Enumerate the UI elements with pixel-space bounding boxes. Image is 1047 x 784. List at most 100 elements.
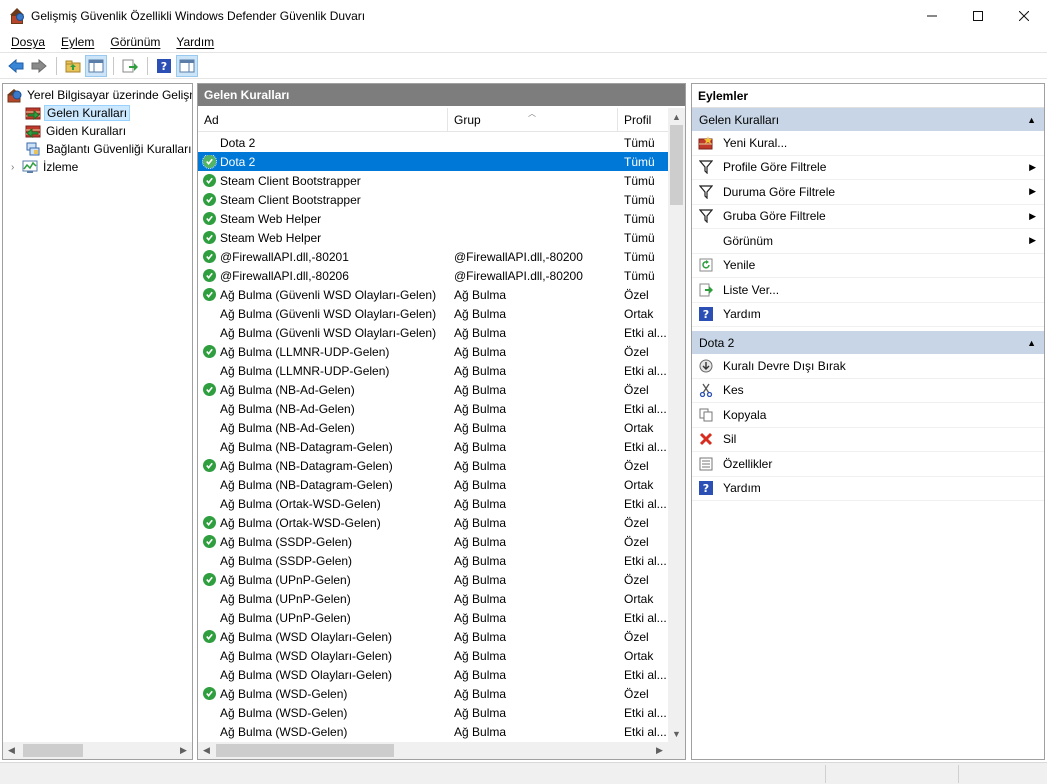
tree-item-gelen-kurallari[interactable]: Gelen Kuralları [3,104,192,122]
scroll-right-icon[interactable]: ▶ [175,742,192,759]
scroll-right-icon[interactable]: ▶ [651,742,668,759]
rules-horizontal-scrollbar[interactable]: ◀ ▶ [198,742,668,759]
table-row[interactable]: Ağ Bulma (SSDP-Gelen) Ağ Bulma Etki al... [198,551,668,570]
scroll-thumb[interactable] [216,744,394,757]
tree-item-baglanti-guvenligi[interactable]: Bağlantı Güvenliği Kuralları [3,140,192,158]
table-row[interactable]: Ağ Bulma (NB-Datagram-Gelen) Ağ Bulma Etki… [198,437,668,456]
table-row[interactable]: Dota 2 Tümü [198,133,668,152]
back-arrow-icon [8,59,24,73]
menu-dosya[interactable]: Dosya [0,35,53,49]
action-item[interactable]: Kuralı Devre Dışı Bırak [692,354,1044,379]
forward-button[interactable] [28,55,50,77]
table-row[interactable]: Steam Web Helper Tümü [198,209,668,228]
maximize-button[interactable] [955,0,1001,31]
table-row[interactable]: Ağ Bulma (NB-Ad-Gelen) Ağ Bulma Ortak [198,418,668,437]
back-button[interactable] [5,55,27,77]
submenu-arrow-icon: ▶ [1029,186,1036,197]
action-item[interactable]: Yenile [692,254,1044,278]
table-row[interactable]: Ağ Bulma (WSD Olayları-Gelen) Ağ Bulma Ort… [198,646,668,665]
section-label: Gelen Kuralları [699,112,780,127]
table-row[interactable]: Ağ Bulma (NB-Ad-Gelen) Ağ Bulma Etki al... [198,399,668,418]
table-row[interactable]: Ağ Bulma (NB-Ad-Gelen) Ağ Bulma Özel [198,380,668,399]
table-row[interactable]: Ağ Bulma (WSD-Gelen) Ağ Bulma Etki al... [198,722,668,741]
scroll-left-icon[interactable]: ◀ [198,742,215,759]
expand-chevron-icon[interactable]: › [11,162,22,173]
menu-gorunum[interactable]: Görünüm [102,35,168,49]
tree-horizontal-scrollbar[interactable]: ◀ ▶ [3,742,192,759]
action-item[interactable]: Liste Ver... [692,278,1044,303]
collapse-triangle-icon[interactable]: ▲ [1027,338,1036,348]
column-profile[interactable]: Profil [618,108,668,131]
action-item[interactable]: Gruba Göre Filtrele ▶ [692,205,1044,229]
table-row[interactable]: Ağ Bulma (WSD-Gelen) Ağ Bulma Etki al... [198,703,668,722]
table-row[interactable]: Ağ Bulma (WSD-Gelen) Ağ Bulma Özel [198,684,668,703]
scroll-thumb[interactable] [670,125,683,205]
action-item[interactable]: Özellikler [692,452,1044,477]
up-folder-button[interactable] [62,55,84,77]
rule-name-cell: Ağ Bulma (WSD Olayları-Gelen) [198,630,448,644]
rules-vertical-scrollbar[interactable]: ▲ ▼ [668,108,685,742]
export-list-button[interactable] [119,55,141,77]
show-hide-action-pane-button[interactable] [176,55,198,77]
rule-name: @FirewallAPI.dll,-80201 [220,249,349,264]
scroll-down-icon[interactable]: ▼ [668,725,685,742]
rule-profile: Özel [624,287,649,302]
table-row[interactable]: Steam Client Bootstrapper Tümü [198,190,668,209]
action-item[interactable]: Duruma Göre Filtrele ▶ [692,180,1044,205]
table-row[interactable]: Ağ Bulma (UPnP-Gelen) Ağ Bulma Etki al... [198,608,668,627]
table-row[interactable]: Ağ Bulma (WSD Olayları-Gelen) Ağ Bulma Etk… [198,665,668,684]
menu-eylem[interactable]: Eylem [53,35,102,49]
table-row[interactable]: Dota 2 Tümü [198,152,668,171]
rule-placeholder-icon [203,554,216,567]
action-item[interactable]: ? Yardım [692,303,1044,327]
minimize-button[interactable] [909,0,955,31]
collapse-triangle-icon[interactable]: ▲ [1027,115,1036,125]
table-row[interactable]: Ağ Bulma (Güvenli WSD Olayları-Gelen) Ağ … [198,323,668,342]
rule-name: Dota 2 [220,154,256,169]
rule-profile: Etki al... [624,667,667,682]
action-item[interactable]: Kopyala [692,403,1044,428]
table-row[interactable]: Ağ Bulma (Ortak-WSD-Gelen) Ağ Bulma Özel [198,513,668,532]
rule-name: Ağ Bulma (SSDP-Gelen) [220,534,353,549]
column-name[interactable]: Ad [198,108,448,131]
tree-item-izleme[interactable]: › İzleme [3,158,192,176]
table-row[interactable]: @FirewallAPI.dll,-80206 @FirewallAPI.dll,… [198,266,668,285]
action-item[interactable]: Sil [692,428,1044,452]
table-row[interactable]: Ağ Bulma (UPnP-Gelen) Ağ Bulma Özel [198,570,668,589]
table-row[interactable]: Ağ Bulma (NB-Datagram-Gelen) Ağ Bulma Özel [198,456,668,475]
show-hide-tree-button[interactable] [85,55,107,77]
scroll-up-icon[interactable]: ▲ [668,108,685,125]
table-row[interactable]: Ağ Bulma (WSD Olayları-Gelen) Ağ Bulma Öze… [198,627,668,646]
action-item[interactable]: Profile Göre Filtrele ▶ [692,156,1044,180]
table-row[interactable]: Ağ Bulma (NB-Datagram-Gelen) Ağ Bulma Orta… [198,475,668,494]
table-row[interactable]: Ağ Bulma (Güvenli WSD Olayları-Gelen) Ağ … [198,304,668,323]
close-button[interactable] [1001,0,1047,31]
tree-item-giden-kurallari[interactable]: Giden Kuralları [3,122,192,140]
column-group[interactable]: ︿ Grup [448,108,618,131]
enabled-check-icon [203,535,216,548]
table-row[interactable]: Steam Client Bootstrapper Tümü [198,171,668,190]
table-row[interactable]: Ağ Bulma (Güvenli WSD Olayları-Gelen) Ağ … [198,285,668,304]
action-item[interactable]: ? Yardım [692,477,1044,501]
actions-section-header[interactable]: Dota 2 ▲ [692,331,1044,354]
table-row[interactable]: @FirewallAPI.dll,-80201 @FirewallAPI.dll,… [198,247,668,266]
tree-root[interactable]: Yerel Bilgisayar üzerinde Gelişmiş [3,86,192,104]
outbound-rules-icon [25,125,41,139]
action-item[interactable]: Görünüm ▶ [692,229,1044,254]
table-row[interactable]: Ağ Bulma (LLMNR-UDP-Gelen) Ağ Bulma Etki a… [198,361,668,380]
table-row[interactable]: Ağ Bulma (SSDP-Gelen) Ağ Bulma Özel [198,532,668,551]
table-row[interactable]: Ağ Bulma (UPnP-Gelen) Ağ Bulma Ortak [198,589,668,608]
table-row[interactable]: Ağ Bulma (Ortak-WSD-Gelen) Ağ Bulma Etki a… [198,494,668,513]
table-row[interactable]: Steam Web Helper Tümü [198,228,668,247]
menu-yardim[interactable]: Yardım [168,35,222,49]
actions-section-header[interactable]: Gelen Kuralları ▲ [692,108,1044,131]
rule-name-cell: Ağ Bulma (WSD Olayları-Gelen) [198,668,448,682]
rule-name-cell: @FirewallAPI.dll,-80206 [198,269,448,283]
table-row[interactable]: Ağ Bulma (LLMNR-UDP-Gelen) Ağ Bulma Özel [198,342,668,361]
scroll-left-icon[interactable]: ◀ [3,742,20,759]
scroll-thumb[interactable] [23,744,83,757]
action-item[interactable]: Yeni Kural... [692,131,1044,156]
rule-name: Ağ Bulma (Güvenli WSD Olayları-Gelen) [220,325,437,340]
help-button[interactable]: ? [153,55,175,77]
action-item[interactable]: Kes [692,379,1044,403]
